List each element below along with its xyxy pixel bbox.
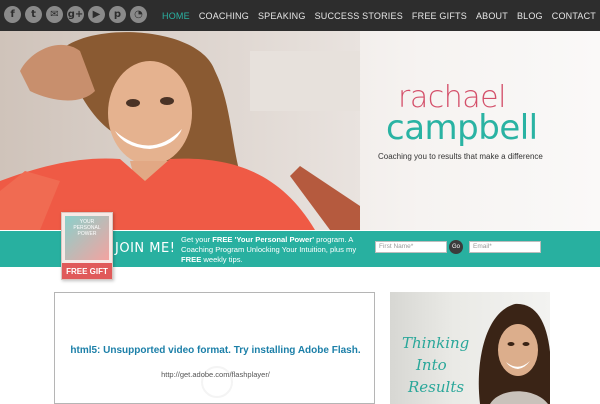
hero-photo <box>0 31 360 230</box>
facebook-icon[interactable]: f <box>4 6 21 23</box>
nav-contact[interactable]: CONTACT <box>552 11 596 21</box>
nav-blog[interactable]: BLOG <box>517 11 543 21</box>
promo-line-2: Into <box>416 356 447 374</box>
nav-success-stories[interactable]: SUCCESS STORIES <box>315 11 403 21</box>
free-gift-badge: FREE GIFT <box>62 263 112 279</box>
video-player[interactable]: html5: Unsupported video format. Try ins… <box>54 292 375 404</box>
nav-free-gifts[interactable]: FREE GIFTS <box>412 11 467 21</box>
promo-line-1: Thinking <box>402 334 470 352</box>
flash-player-link[interactable]: http://get.adobe.com/flashplayer/ <box>55 370 376 379</box>
promo-line-3: Results <box>408 378 465 396</box>
social-icons: f t ✉ g+ ▶ p ◔ <box>4 6 147 23</box>
nav-home[interactable]: HOME <box>162 11 190 21</box>
thinking-into-results-promo[interactable]: Thinking Into Results <box>390 292 550 404</box>
nav-coaching[interactable]: COACHING <box>199 11 249 21</box>
promo-portrait <box>478 303 550 404</box>
book-title: YOUR PERSONAL POWER <box>73 219 101 237</box>
youtube-icon[interactable]: ▶ <box>88 6 105 23</box>
join-heading: JOIN ME! <box>115 241 176 256</box>
email-field[interactable]: Email* <box>469 241 541 253</box>
optin-free-1: FREE <box>212 235 233 244</box>
nav-about[interactable]: ABOUT <box>476 11 508 21</box>
go-button[interactable]: Go <box>449 240 463 254</box>
first-name-field[interactable]: First Name* <box>375 241 447 253</box>
video-error-message: html5: Unsupported video format. Try ins… <box>70 345 361 356</box>
optin-program-title: 'Your Personal Power' <box>232 235 315 244</box>
optin-text-1: Get your <box>181 235 213 244</box>
email-icon[interactable]: ✉ <box>46 6 63 23</box>
main-nav: HOME COACHING SPEAKING SUCCESS STORIES F… <box>162 0 596 31</box>
google-plus-icon[interactable]: g+ <box>67 6 84 23</box>
hero-banner: rachael campbell Coaching you to results… <box>0 31 600 230</box>
tagline: Coaching you to results that make a diff… <box>378 152 543 161</box>
optin-free-2: FREE <box>181 255 202 264</box>
rss-icon[interactable]: ◔ <box>130 6 147 23</box>
promo-title: Thinking Into Results <box>402 332 469 398</box>
optin-description: Get your FREE 'Your Personal Power' prog… <box>181 235 373 265</box>
logo-last-name[interactable]: campbell <box>386 111 538 145</box>
free-gift-book[interactable]: YOUR PERSONAL POWER FREE GIFT <box>61 212 113 280</box>
twitter-icon[interactable]: t <box>25 6 42 23</box>
nav-speaking[interactable]: SPEAKING <box>258 11 306 21</box>
optin-text-3: weekly tips. <box>201 255 243 264</box>
top-bar: f t ✉ g+ ▶ p ◔ HOME COACHING SPEAKING SU… <box>0 0 600 31</box>
pinterest-icon[interactable]: p <box>109 6 126 23</box>
